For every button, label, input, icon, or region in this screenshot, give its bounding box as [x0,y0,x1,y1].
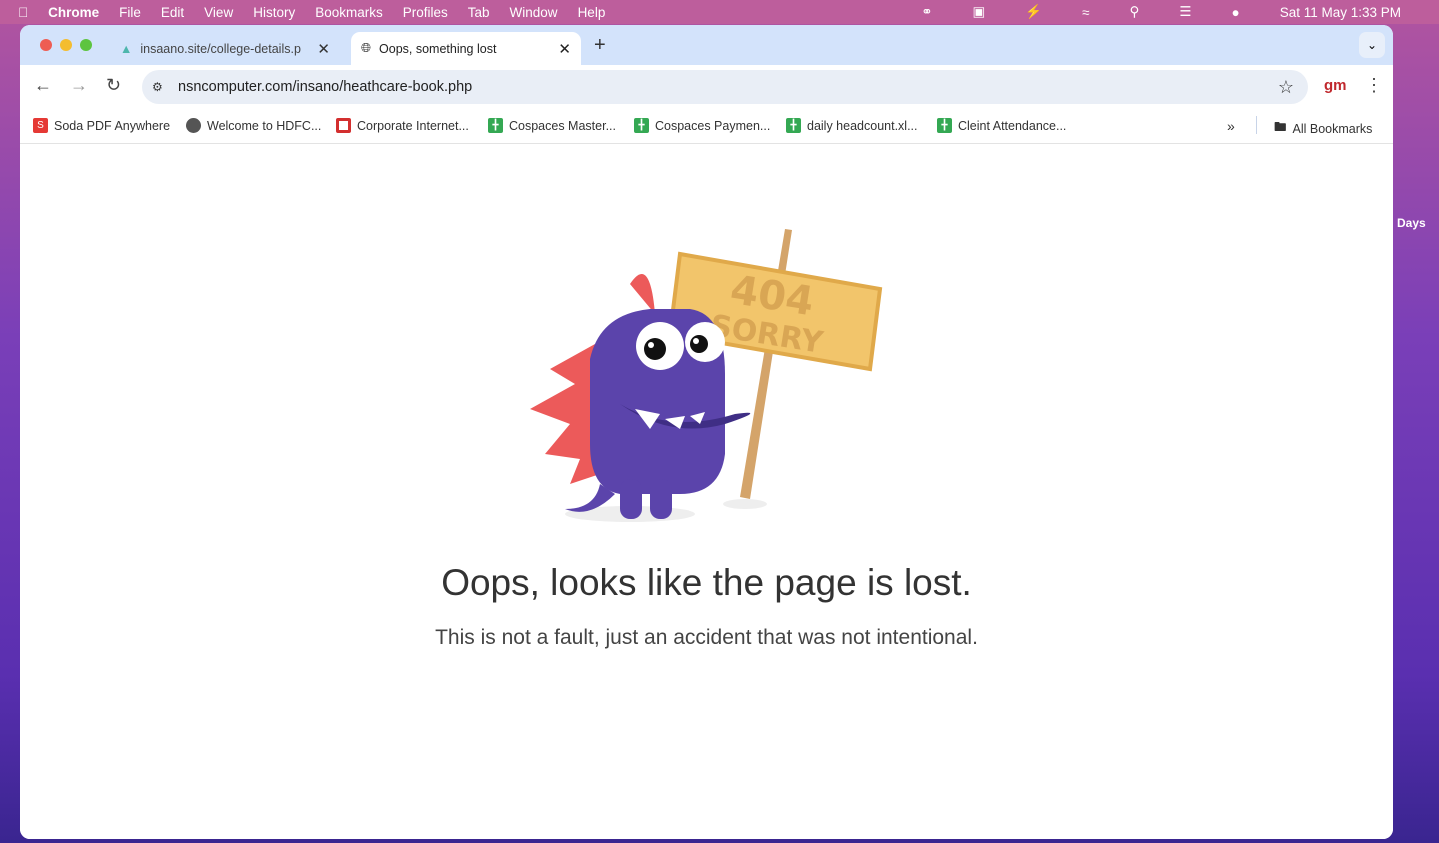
back-button[interactable]: ← [34,75,52,96]
address-bar[interactable]: ⚙ nsncomputer.com/insano/heathcare-book.… [142,70,1308,104]
tab-oops[interactable]: 🌐︎ Oops, something lost ✕ [351,32,581,65]
menu-history[interactable]: History [253,5,295,20]
menu-profiles[interactable]: Profiles [403,5,448,20]
menu-bookmarks[interactable]: Bookmarks [315,5,383,20]
more-bookmarks-button[interactable]: » [1227,118,1235,134]
sheets-icon: ╋ [488,118,503,133]
tab-title: Oops, something lost [379,41,497,56]
menu-edit[interactable]: Edit [161,5,184,20]
close-window-button[interactable] [40,39,52,51]
bookmark-label: Cospaces Master... [509,118,616,133]
menu-app[interactable]: Chrome [48,5,99,20]
battery-icon[interactable]: ⚡ [1025,4,1042,20]
tab-strip: ▲ insaano.site/college-details.p ✕ 🌐︎ Oo… [20,25,1393,65]
bookmark-cospaces-master[interactable]: ╋ Cospaces Master... [488,118,616,133]
menu-file[interactable]: File [119,5,141,20]
bookmark-label: Cleint Attendance... [958,118,1067,133]
site-favicon: ▲ [120,41,133,56]
clock[interactable]: Sat 11 May 1:33 PM [1280,5,1401,20]
new-tab-button[interactable]: + [594,34,606,57]
bookmark-label: daily headcount.xl... [807,118,918,133]
bookmark-label: Welcome to HDFC... [207,118,322,133]
browser-window: ▲ insaano.site/college-details.p ✕ 🌐︎ Oo… [20,25,1393,839]
menu-help[interactable]: Help [578,5,606,20]
url-text[interactable]: nsncomputer.com/insano/heathcare-book.ph… [178,79,472,95]
control-center-icon[interactable]: ☰ [1179,4,1191,20]
sheets-icon: ╋ [634,118,649,133]
tab-college-details[interactable]: ▲ insaano.site/college-details.p ✕ [110,32,340,65]
bookmark-client-attendance[interactable]: ╋ Cleint Attendance... [937,118,1066,133]
close-tab-icon[interactable]: ✕ [317,40,330,58]
bookmark-corporate[interactable]: Corporate Internet... [336,118,469,133]
bookmark-label: Soda PDF Anywhere [54,118,171,133]
tab-title: insaano.site/college-details.p [140,41,301,56]
bookmark-hdfc[interactable]: Welcome to HDFC... [186,118,321,133]
menu-tab[interactable]: Tab [468,5,490,20]
error-heading: Oops, looks like the page is lost. [441,562,972,603]
minimize-window-button[interactable] [60,39,72,51]
bookmark-star-icon[interactable]: ☆ [1278,77,1294,98]
page-content: 404 SORRY Oops, looks like the page is l… [20,144,1393,839]
site-info-icon[interactable]: ⚙ [152,80,174,94]
menu-view[interactable]: View [204,5,233,20]
soda-pdf-icon: S [33,118,48,133]
siri-icon[interactable]: ● [1232,5,1240,20]
bookmark-label: Cospaces Paymen... [655,118,771,133]
all-bookmarks-button[interactable]: 🖿︎ All Bookmarks [1274,118,1372,139]
sheets-icon: ╋ [937,118,952,133]
extension-gm[interactable]: gm [1324,77,1347,94]
menu-bar:  Chrome File Edit View History Bookmark… [0,0,1439,24]
search-icon[interactable]: ⚲ [1130,4,1140,20]
bookmarks-bar: S Soda PDF Anywhere Welcome to HDFC... Co… [20,107,1393,144]
display-icon[interactable]: ▣ [973,4,986,20]
creative-cloud-icon[interactable]: ⚭ [921,4,932,20]
bookmark-cospaces-payment[interactable]: ╋ Cospaces Paymen... [634,118,770,133]
bookmark-label: Corporate Internet... [357,118,469,133]
404-illustration: 404 SORRY [530,229,883,522]
close-tab-icon[interactable]: ✕ [558,40,571,58]
bookmark-soda-pdf[interactable]: S Soda PDF Anywhere [33,118,170,133]
reload-button[interactable]: ↻ [106,75,121,96]
toolbar: ← → ↻ ⚙ nsncomputer.com/insano/heathcare… [20,65,1393,107]
menu-window[interactable]: Window [510,5,558,20]
apple-icon[interactable]:  [18,5,28,20]
bookmark-label: All Bookmarks [1292,121,1373,136]
bookmark-daily-headcount[interactable]: ╋ daily headcount.xl... [786,118,918,133]
hdfc-icon [336,118,351,133]
forward-button[interactable]: → [70,75,88,96]
globe-icon: 🌐︎ [361,41,372,55]
error-message: This is not a fault, just an accident th… [435,626,978,649]
desktop-label[interactable]: Days [1397,216,1426,230]
globe-icon [186,118,201,133]
wifi-icon[interactable]: ≈ [1082,5,1089,20]
more-menu-icon[interactable]: ⋮ [1365,75,1383,96]
zoom-window-button[interactable] [80,39,92,51]
tab-search-button[interactable]: ⌄ [1359,32,1385,58]
divider [1256,116,1257,134]
folder-icon: 🖿︎ [1274,120,1287,134]
sheets-icon: ╋ [786,118,801,133]
